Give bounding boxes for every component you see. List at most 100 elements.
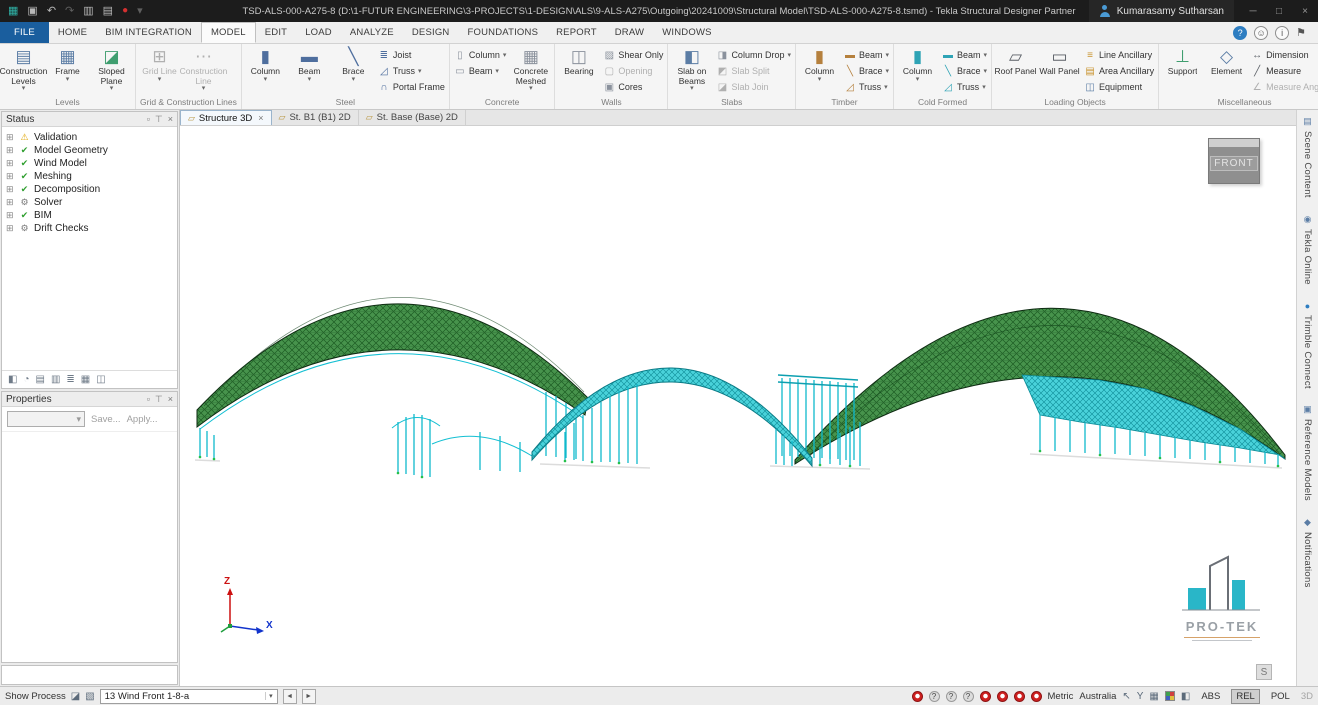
tab-draw[interactable]: DRAW [606, 22, 653, 43]
sidebar-trimble-connect[interactable]: ● Trimble Connect [1302, 301, 1313, 389]
steel-truss-button[interactable]: ◿ Truss ▾ [376, 64, 447, 78]
close-button[interactable]: × [1292, 0, 1318, 22]
pointer-mode-icon[interactable]: ↖ [1122, 691, 1130, 702]
save-properties-button[interactable]: Save... [91, 414, 121, 425]
notification-bell-icon[interactable]: ⚑ [1296, 26, 1306, 39]
shear-only-button[interactable]: ▨ Shear Only [601, 48, 665, 62]
color-palette-icon[interactable] [1165, 691, 1175, 701]
country-label[interactable]: Australia [1079, 691, 1116, 702]
cores-button[interactable]: ▣ Cores [601, 80, 665, 94]
apply-properties-button[interactable]: Apply... [127, 414, 158, 425]
column-drop-button[interactable]: ◨ Column Drop ▾ [714, 48, 793, 62]
expand-icon[interactable]: ⊞ [6, 133, 15, 142]
close-panel-icon[interactable]: × [168, 394, 173, 405]
info-icon[interactable]: i [1275, 26, 1289, 40]
measure-angle-button[interactable]: ∠ Measure Angle [1249, 80, 1318, 94]
pin-panel-icon[interactable]: ⊤ [155, 114, 163, 125]
maximize-button[interactable]: □ [1266, 0, 1292, 22]
tab-load[interactable]: LOAD [296, 22, 341, 43]
line-ancillary-button[interactable]: ≡ Line Ancillary [1082, 48, 1156, 62]
status-indicator-error[interactable] [997, 691, 1008, 702]
concrete-beam-button[interactable]: ▭ Beam ▾ [452, 64, 509, 78]
view-tab-st-base-2d[interactable]: ▱ St. Base (Base) 2D [359, 110, 466, 125]
expand-icon[interactable]: ⊞ [6, 224, 15, 233]
tab-analyze[interactable]: ANALYZE [341, 22, 403, 43]
sidebar-reference-models[interactable]: ▣ Reference Models [1302, 404, 1313, 501]
sidebar-scene-content[interactable]: ▤ Scene Content [1302, 116, 1313, 198]
units-label[interactable]: Metric [1048, 691, 1074, 702]
close-tab-icon[interactable]: × [258, 113, 263, 123]
steel-column-button[interactable]: ▮ Column ▾ [244, 45, 287, 96]
status-toolbar-icon-5[interactable]: ≣ [66, 374, 74, 385]
sloped-plane-button[interactable]: ◪ Sloped Plane ▾ [90, 45, 133, 96]
prev-loadcase-button[interactable]: ◄ [283, 689, 297, 704]
canopy-left[interactable] [197, 297, 588, 477]
portal-frame-button[interactable]: ∩ Portal Frame [376, 80, 447, 94]
rel-coords-button[interactable]: REL [1231, 689, 1259, 704]
dimension-button[interactable]: ↔ Dimension [1249, 48, 1318, 62]
expand-icon[interactable]: ⊞ [6, 211, 15, 220]
status-indicator-error[interactable] [1031, 691, 1042, 702]
user-account[interactable]: Kumarasamy Sutharsan [1089, 0, 1234, 22]
tab-model[interactable]: MODEL [201, 22, 256, 43]
grid-line-button[interactable]: ⊞ Grid Line ▾ [138, 45, 181, 96]
concrete-column-button[interactable]: ▯ Column ▾ [452, 48, 509, 62]
canopy-middle[interactable] [532, 368, 812, 466]
slab-split-button[interactable]: ◩ Slab Split [714, 64, 793, 78]
view-tab-structure-3d[interactable]: ▱ Structure 3D × [180, 110, 272, 125]
tree-item-validation[interactable]: ⊞ ⚠ Validation [6, 131, 175, 144]
support-button[interactable]: ⊥ Support [1161, 45, 1204, 96]
timber-column-button[interactable]: ▮ Column ▾ [798, 45, 841, 96]
canopy-right[interactable] [795, 308, 1285, 466]
status-toolbar-icon-3[interactable]: ▤ [36, 374, 45, 385]
joist-button[interactable]: ≣ Joist [376, 48, 447, 62]
expand-icon[interactable]: ⊞ [6, 185, 15, 194]
status-toolbar-icon-1[interactable]: ◧ [8, 374, 17, 385]
status-toolbar-icon-7[interactable]: ◫ [96, 374, 105, 385]
chart-icon[interactable]: ▤ [103, 6, 113, 17]
model-viewport[interactable] [180, 126, 1296, 686]
status-indicator-error[interactable] [912, 691, 923, 702]
next-loadcase-button[interactable]: ► [302, 689, 316, 704]
app-menu-icon[interactable]: ▦ [8, 6, 18, 17]
tree-item-drift-checks[interactable]: ⊞ ⚙ Drift Checks [6, 222, 175, 235]
cold-formed-column-button[interactable]: ▮ Column ▾ [896, 45, 939, 96]
pol-coords-button[interactable]: POL [1266, 689, 1295, 704]
tab-foundations[interactable]: FOUNDATIONS [458, 22, 547, 43]
expand-icon[interactable]: ⊞ [6, 198, 15, 207]
equipment-button[interactable]: ◫ Equipment [1082, 80, 1156, 94]
float-panel-icon[interactable]: ▫ [147, 394, 150, 405]
bearing-wall-button[interactable]: ◫ Bearing [557, 45, 600, 96]
cold-formed-truss-button[interactable]: ◿ Truss ▾ [940, 80, 989, 94]
feedback-icon[interactable]: ☺ [1254, 26, 1268, 40]
steel-beam-button[interactable]: ▬ Beam ▾ [288, 45, 331, 96]
element-button[interactable]: ◇ Element [1205, 45, 1248, 96]
frame-button[interactable]: ▦ Frame ▾ [46, 45, 89, 96]
scroll-badge[interactable]: S [1256, 664, 1272, 680]
status-indicator-error[interactable] [1014, 691, 1025, 702]
process-log-icon[interactable]: ◪ [71, 691, 80, 702]
tab-windows[interactable]: WINDOWS [653, 22, 720, 43]
expand-icon[interactable]: ⊞ [6, 159, 15, 168]
expand-icon[interactable]: ⊞ [6, 172, 15, 181]
pin-panel-icon[interactable]: ⊤ [155, 394, 163, 405]
redo-icon[interactable]: ↷ [65, 6, 74, 17]
tree-item-bim[interactable]: ⊞ ✔ BIM [6, 209, 175, 222]
status-indicator-error[interactable] [980, 691, 991, 702]
slab-on-beams-button[interactable]: ◧ Slab on Beams ▾ [670, 45, 713, 96]
tree-item-decomposition[interactable]: ⊞ ✔ Decomposition [6, 183, 175, 196]
status-toolbar-icon-6[interactable]: ▦ [81, 374, 90, 385]
status-indicator-help[interactable]: ? [946, 691, 957, 702]
tree-item-solver[interactable]: ⊞ ⚙ Solver [6, 196, 175, 209]
sidebar-notifications[interactable]: ◆ Notifications [1302, 517, 1313, 588]
status-indicator-help[interactable]: ? [963, 691, 974, 702]
construction-levels-button[interactable]: ▤ Construction Levels ▾ [2, 45, 45, 96]
process-chart-icon[interactable]: ▧ [85, 691, 94, 702]
roof-panel-button[interactable]: ▱ Roof Panel [994, 45, 1037, 96]
area-ancillary-button[interactable]: ▤ Area Ancillary [1082, 64, 1156, 78]
timber-brace-button[interactable]: ╲ Brace ▾ [842, 64, 891, 78]
steel-brace-button[interactable]: ╲ Brace ▾ [332, 45, 375, 96]
status-indicator-help[interactable]: ? [929, 691, 940, 702]
quick-access-caret-icon[interactable]: ▾ [137, 6, 143, 17]
layers-icon[interactable]: ◧ [1181, 691, 1190, 702]
